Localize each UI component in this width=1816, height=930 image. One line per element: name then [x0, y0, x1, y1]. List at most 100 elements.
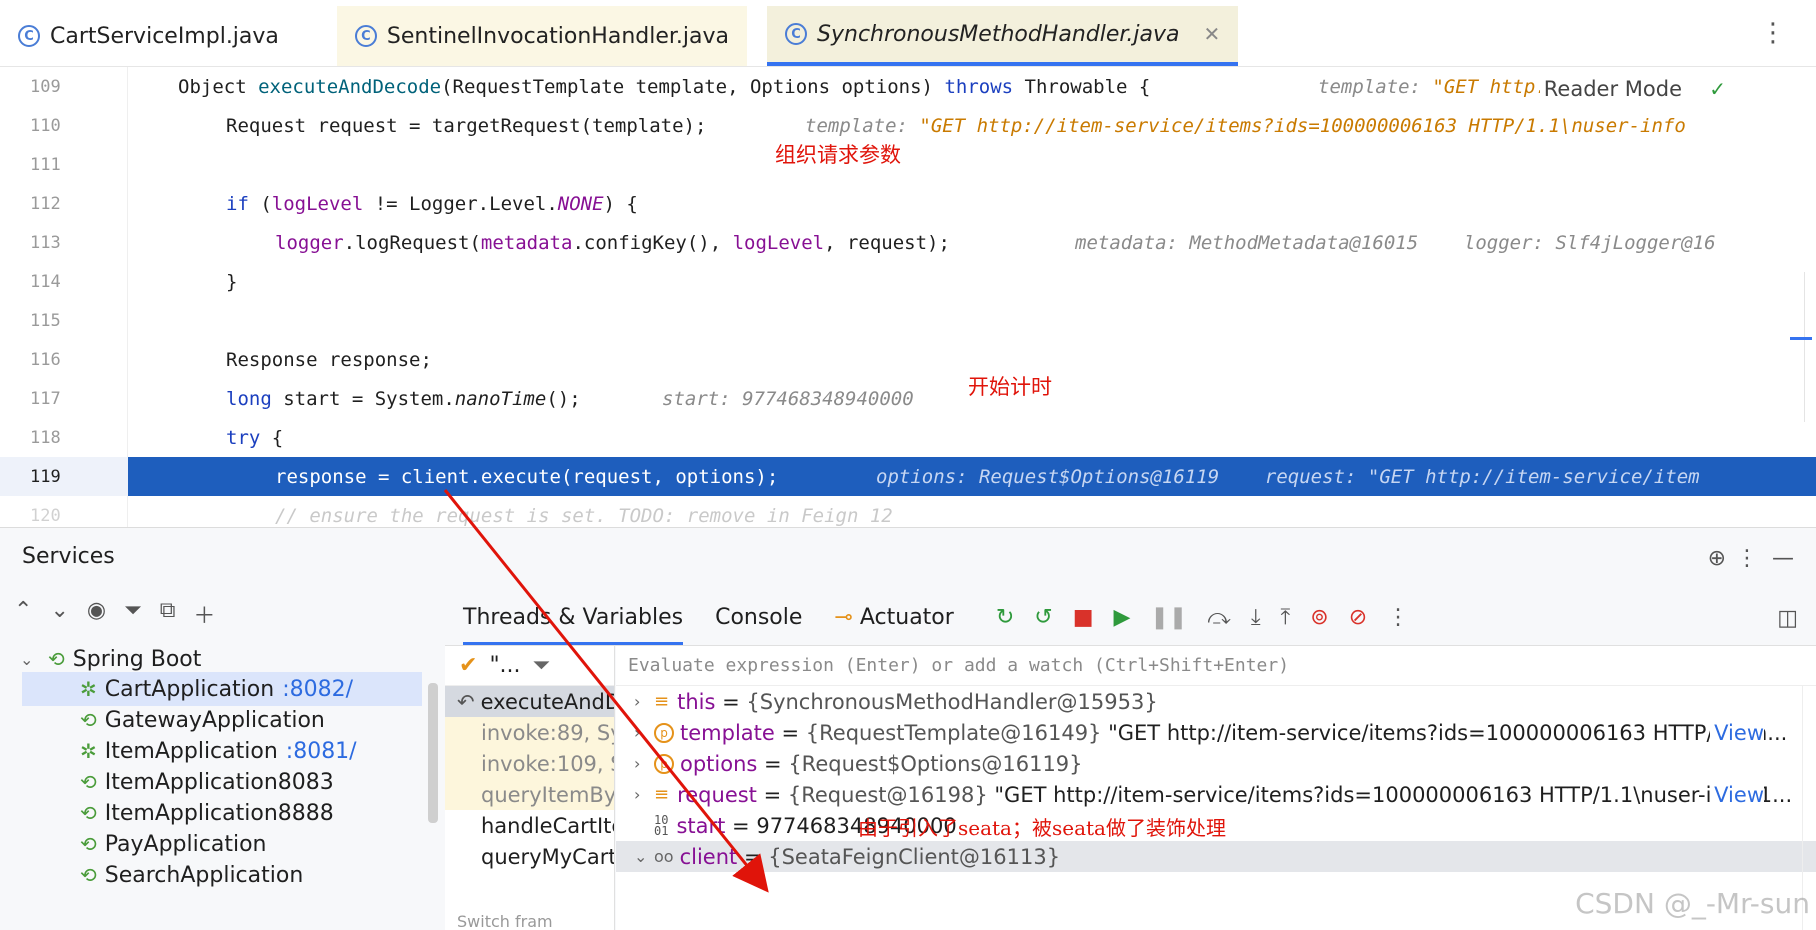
tab-actuator[interactable]: ⊸ Actuator	[834, 605, 953, 630]
code-token: start = System.	[271, 387, 455, 410]
inline-hint: template: "GET http.	[1318, 76, 1547, 98]
tab-label: CartServiceImpl.java	[50, 23, 279, 49]
tree-item-item-application-8083[interactable]: ⟲ ItemApplication8083	[80, 765, 334, 799]
view-breakpoints-icon[interactable]: ⊚	[1310, 605, 1328, 630]
rerun-debug-icon[interactable]: ↺	[1034, 605, 1052, 630]
tab-threads-variables[interactable]: Threads & Variables	[463, 605, 684, 645]
code-token: if	[226, 192, 249, 215]
tab-cart-service-impl[interactable]: C CartServiceImpl.java	[0, 6, 297, 66]
filter-icon[interactable]: ⏷	[124, 598, 142, 630]
variable-this[interactable]: › ≡ this = {SynchronousMethodHandler@159…	[616, 686, 1816, 717]
resume-icon[interactable]: ▶	[1113, 605, 1130, 630]
code-token: logLevel	[271, 192, 364, 215]
new-group-icon[interactable]: ⧉	[160, 598, 176, 630]
frame-item[interactable]: ↶ executeAndD	[445, 686, 614, 717]
editor-scrollbar[interactable]	[1804, 272, 1816, 422]
tree-item-item-application-8888[interactable]: ⟲ ItemApplication8888	[80, 796, 334, 830]
variable-client[interactable]: ⌄ oo client = {SeataFeignClient@16113}	[616, 841, 1816, 872]
tree-item-label: ItemApplication	[104, 738, 278, 764]
mute-breakpoints-icon[interactable]: ⊘	[1349, 605, 1367, 630]
port-link[interactable]: :8081/	[286, 739, 357, 764]
variable-template[interactable]: › p template = {RequestTemplate@16149} "…	[616, 717, 1816, 748]
code-editor[interactable]: 109 Object executeAndDecode(RequestTempl…	[0, 67, 1816, 527]
view-link[interactable]: View	[1710, 720, 1764, 745]
var-value: {RequestTemplate@16149}	[805, 720, 1102, 745]
thread-selector[interactable]: "...	[489, 653, 520, 678]
view-link[interactable]: View	[1710, 782, 1764, 807]
var-name: request	[677, 782, 757, 807]
frame-label: invoke:89, Sy	[481, 720, 614, 745]
chevron-right-icon[interactable]: ›	[634, 692, 654, 711]
tab-sentinel-invocation-handler[interactable]: C SentinelInvocationHandler.java	[336, 6, 748, 66]
stop-icon[interactable]: ■	[1073, 605, 1094, 630]
chevron-right-icon[interactable]: ›	[634, 785, 654, 804]
spring-boot-icon: ⟲	[80, 801, 97, 825]
frame-item[interactable]: handleCartIte	[445, 810, 614, 841]
close-icon[interactable]: ✕	[1204, 22, 1221, 46]
services-tree: ⌄ ⟲ Spring Boot ✲ CartApplication :8082/…	[0, 638, 430, 930]
step-over-icon[interactable]: ⤼	[1207, 605, 1231, 630]
eye-icon[interactable]: ◉	[87, 598, 106, 630]
pause-icon[interactable]: ❚❚	[1150, 605, 1187, 630]
tree-item-pay-application[interactable]: ⟲ PayApplication	[80, 827, 266, 861]
switch-frames-hint[interactable]: Switch fram	[457, 912, 553, 930]
tab-console[interactable]: Console	[715, 605, 802, 630]
chevron-down-icon[interactable]: ⌄	[20, 650, 40, 669]
step-out-icon[interactable]: ⤒	[1281, 605, 1291, 630]
chevron-right-icon[interactable]: ›	[634, 754, 654, 773]
watermark: CSDN @_-Mr-sun	[1575, 887, 1810, 920]
target-icon[interactable]: ⊕	[1708, 546, 1726, 571]
code-text: Request request = targetRequest(template…	[226, 114, 707, 137]
line-number: 109	[30, 76, 61, 97]
tree-item-search-application[interactable]: ⟲ SearchApplication	[80, 858, 303, 892]
tree-item-gateway-application[interactable]: ⟲ GatewayApplication	[80, 703, 325, 737]
code-text: Response response;	[226, 348, 432, 371]
evaluate-expression-input[interactable]: Evaluate expression (Enter) or add a wat…	[616, 646, 1816, 686]
code-text: try {	[226, 427, 283, 449]
step-into-icon[interactable]: ⤓	[1251, 605, 1261, 630]
hint-value: "GET http://item-service/items?ids=10000…	[919, 114, 1686, 137]
code-token: NONE	[557, 192, 604, 215]
chevron-down-icon[interactable]: ⌄	[634, 847, 654, 866]
variable-options[interactable]: › p options = {Request$Options@16119}	[616, 748, 1816, 779]
tree-item-item-application[interactable]: ✲ ItemApplication :8081/	[80, 734, 357, 768]
var-string: "GET http://item-service/items?ids=10000…	[994, 782, 1793, 807]
code-token: metadata	[480, 231, 573, 254]
tree-group-spring-boot[interactable]: ⌄ ⟲ Spring Boot	[20, 642, 201, 676]
more-options-icon[interactable]: ⋮	[1736, 546, 1758, 571]
expand-all-icon[interactable]: ⌃	[14, 598, 32, 630]
filter-icon[interactable]: ⏷	[533, 653, 551, 678]
code-comment: // ensure the request is set. TODO: remo…	[275, 504, 893, 527]
code-line-120: 120 // ensure the request is set. TODO: …	[0, 496, 1816, 527]
add-service-icon[interactable]: ＋	[193, 598, 215, 630]
code-text: logger.logRequest(metadata.configKey(), …	[275, 232, 950, 254]
minimize-icon[interactable]: —	[1772, 546, 1794, 571]
code-line-118: 118 try {	[0, 418, 1816, 457]
collapse-all-icon[interactable]: ⌄	[50, 598, 68, 630]
var-value: {SynchronousMethodHandler@15953}	[746, 689, 1158, 714]
frame-item[interactable]: queryMyCart	[445, 841, 614, 872]
line-number: 118	[30, 427, 61, 448]
layout-icon[interactable]: ◫	[1777, 606, 1798, 631]
var-name: this	[677, 689, 716, 714]
more-options-icon[interactable]: ⋮	[1760, 18, 1786, 48]
code-text: }	[226, 270, 238, 293]
frame-item[interactable]: invoke:89, Sy	[445, 717, 614, 748]
code-line-113: 113 logger.logRequest(metadata.configKey…	[0, 223, 1816, 262]
rerun-icon[interactable]: ↻	[996, 605, 1014, 630]
reader-mode-button[interactable]: Reader Mode	[1539, 75, 1686, 103]
var-name: template	[680, 720, 775, 745]
frame-item[interactable]: queryItemByI	[445, 779, 614, 810]
class-icon: C	[354, 25, 377, 47]
tab-synchronous-method-handler[interactable]: C SynchronousMethodHandler.java ✕	[767, 6, 1239, 66]
line-number: 116	[30, 349, 61, 370]
port-link[interactable]: :8082/	[282, 677, 353, 702]
code-token: try	[226, 426, 261, 449]
chevron-right-icon[interactable]: ›	[634, 723, 654, 742]
tree-item-cart-application[interactable]: ✲ CartApplication :8082/	[22, 672, 422, 706]
hint-value: "GET http.	[1432, 75, 1547, 98]
frame-item[interactable]: invoke:109, S	[445, 748, 614, 779]
variable-request[interactable]: › ≡ request = {Request@16198} "GET http:…	[616, 779, 1816, 810]
tree-scrollbar[interactable]	[428, 683, 438, 823]
more-options-icon[interactable]: ⋮	[1387, 605, 1409, 630]
